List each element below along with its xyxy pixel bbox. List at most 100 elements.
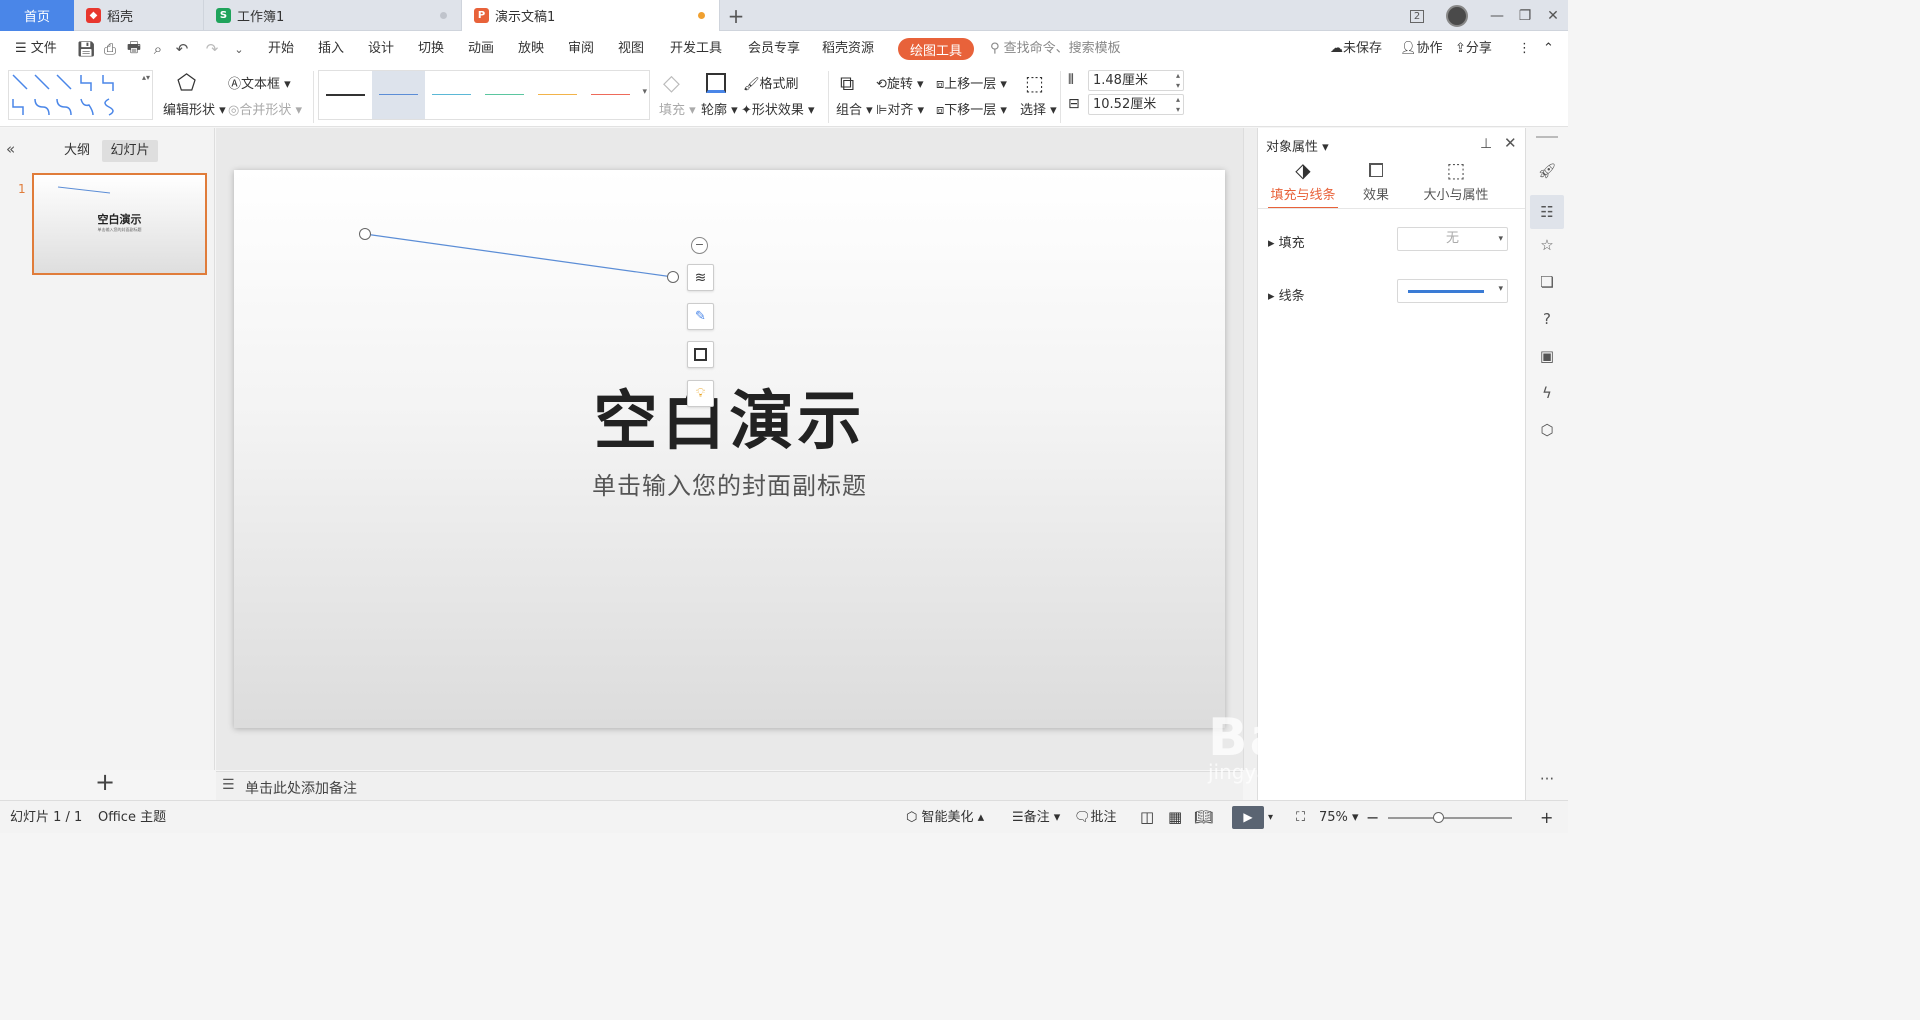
slide-thumbnail[interactable]: 空白演示 单击输入您的封面副标题 (32, 173, 207, 275)
merge-shape-button[interactable]: ◎合并形状 ▾ (228, 99, 302, 118)
bulb-icon[interactable]: 💡︎ (687, 380, 714, 407)
quick-access-dropdown-icon[interactable]: ⌄ (230, 40, 248, 58)
menu-review[interactable]: 审阅 (568, 31, 594, 67)
zoom-out-icon[interactable]: − (1366, 801, 1379, 834)
slides-icon[interactable]: ❏ (1536, 271, 1558, 293)
notes-bar[interactable]: ☰ 单击此处添加备注 (216, 771, 1243, 800)
tab-daoke[interactable]: ◆ 稻壳 (74, 0, 204, 31)
pin-icon[interactable]: ⊥ (1480, 136, 1492, 152)
add-slide-button[interactable]: + (95, 768, 115, 796)
minimize-icon[interactable]: — (1485, 4, 1509, 28)
sorter-view-icon[interactable]: ▦ (1168, 801, 1182, 834)
bring-forward-button[interactable]: ⧈上移一层 ▾ (936, 73, 1007, 92)
tab-slides[interactable]: 幻灯片 (102, 140, 158, 162)
slide-subtitle[interactable]: 单击输入您的封面副标题 (234, 466, 1225, 501)
gallery-icon[interactable]: ▣ (1536, 345, 1558, 367)
menu-daoke-resources[interactable]: 稻壳资源 (822, 31, 874, 67)
gallery-scroll-icon[interactable]: ▴▾ (142, 73, 150, 82)
menu-transition[interactable]: 切换 (418, 31, 444, 67)
connector-gallery[interactable]: ▴▾ (8, 70, 153, 120)
format-painter-button[interactable]: 🖌︎格式刷 (743, 73, 799, 92)
fill-dropdown[interactable]: 无 ▾ (1397, 227, 1508, 251)
height-spinner-icon[interactable]: ▴ ▾ (1176, 71, 1180, 91)
print-preview-icon[interactable]: ⌕ (149, 40, 167, 58)
menu-view[interactable]: 视图 (618, 31, 644, 67)
align-button[interactable]: ⊫对齐 ▾ (876, 99, 924, 118)
tab-workbook[interactable]: S 工作簿1 (204, 0, 462, 31)
height-input[interactable]: 1.48厘米 ▴ ▾ (1088, 70, 1184, 91)
tab-effect[interactable]: ⧠ 效果 (1348, 158, 1404, 203)
redo-icon[interactable]: ↷ (203, 40, 221, 58)
width-spinner-icon[interactable]: ▴ ▾ (1176, 95, 1180, 115)
group-button[interactable]: 组合 ▾ (836, 99, 873, 118)
theme-name[interactable]: Office 主题 (98, 801, 166, 834)
line-color-dropdown[interactable]: ▾ (1397, 279, 1508, 303)
panel-header[interactable]: 对象属性 ▾ (1266, 136, 1329, 155)
collapse-float-icon[interactable]: − (691, 237, 708, 254)
print-icon[interactable]: 🖶 (125, 38, 143, 58)
file-menu[interactable]: ☰ 文件 (15, 31, 57, 67)
send-backward-button[interactable]: ⧈下移一层 ▾ (936, 99, 1007, 118)
box-icon[interactable]: ⬡ (1536, 419, 1558, 441)
collapse-panel-icon[interactable]: « (6, 140, 15, 158)
play-slideshow-button[interactable]: ▶ (1232, 806, 1264, 829)
tab-presentation[interactable]: P 演示文稿1 (462, 0, 720, 31)
unsaved-dot[interactable] (698, 12, 705, 19)
line-end-handle[interactable] (667, 271, 679, 283)
drawing-tools-tab[interactable]: 绘图工具 (898, 38, 974, 60)
fill-button[interactable]: 填充 ▾ (659, 99, 696, 118)
more-icon[interactable]: ⋮ (1518, 31, 1531, 67)
line-start-handle[interactable] (359, 228, 371, 240)
more-horizontal-icon[interactable]: ··· (1536, 768, 1558, 790)
unsaved-button[interactable]: ☁未保存 (1330, 31, 1382, 67)
line-style-option[interactable] (425, 71, 478, 119)
menu-design[interactable]: 设计 (368, 31, 394, 67)
restore-icon[interactable]: ❐ (1513, 4, 1537, 28)
window-count-button[interactable]: 2 (1405, 4, 1429, 28)
line-style-option[interactable] (319, 71, 372, 119)
line-style-option[interactable] (372, 71, 425, 119)
line-section-toggle[interactable]: ▸ 线条 (1268, 285, 1305, 304)
line-style-option[interactable] (584, 71, 637, 119)
fill-section-toggle[interactable]: ▸ 填充 (1268, 232, 1305, 251)
tab-size-props[interactable]: ⬚ 大小与属性 (1410, 158, 1502, 203)
brush-icon[interactable]: ✎ (687, 303, 714, 330)
zoom-slider[interactable] (1388, 812, 1512, 823)
outline-button[interactable]: 轮廓 ▾ (701, 99, 738, 118)
select-button[interactable]: 选择 ▾ (1020, 99, 1057, 118)
zoom-in-icon[interactable]: + (1540, 801, 1553, 834)
save-icon[interactable]: 💾︎ (76, 40, 95, 58)
canvas-scrollbar[interactable] (1243, 128, 1257, 770)
collapse-ribbon-icon[interactable]: ⌃ (1543, 31, 1554, 67)
zoom-level[interactable]: 75% ▾ (1319, 801, 1359, 834)
close-icon[interactable]: ✕ (1541, 4, 1565, 28)
command-search[interactable]: ⚲ 查找命令、搜索模板 (990, 31, 1121, 67)
rotate-button[interactable]: ⟲旋转 ▾ (876, 73, 924, 92)
play-options-icon[interactable]: ▾ (1268, 801, 1273, 834)
gallery-more-icon[interactable]: ▾ (642, 87, 647, 97)
line-style-option[interactable] (478, 71, 531, 119)
menu-member[interactable]: 会员专享 (748, 31, 800, 67)
lightning-icon[interactable]: ϟ (1536, 382, 1558, 404)
new-tab-button[interactable]: + (724, 4, 748, 28)
tab-outline[interactable]: 大纲 (56, 140, 98, 162)
textbox-button[interactable]: Ⓐ文本框 ▾ (228, 73, 291, 92)
properties-sliders-icon[interactable]: ☷ (1530, 195, 1564, 229)
menu-developer[interactable]: 开发工具 (670, 31, 722, 67)
tab-home[interactable]: 首页 (0, 0, 74, 31)
menu-animation[interactable]: 动画 (468, 31, 494, 67)
smart-beautify-button[interactable]: ⬡ 智能美化 ▴ (906, 801, 984, 834)
reading-view-icon[interactable]: 📖︎ (1194, 801, 1213, 834)
undo-icon[interactable]: ↶ (173, 40, 191, 58)
rocket-icon[interactable]: 🚀︎ (1536, 160, 1558, 182)
line-style-option[interactable] (531, 71, 584, 119)
layer-icon[interactable]: ≋ (687, 264, 714, 291)
menu-slideshow[interactable]: 放映 (518, 31, 544, 67)
normal-view-icon[interactable]: ◫ (1140, 801, 1154, 834)
comments-button[interactable]: 🗨︎批注 (1074, 801, 1117, 834)
width-input[interactable]: 10.52厘米 ▴ ▾ (1088, 94, 1184, 115)
panel-close-icon[interactable]: ✕ (1504, 134, 1517, 152)
export-pdf-icon[interactable]: ⎙ (101, 40, 119, 58)
star-icon[interactable]: ☆ (1536, 234, 1558, 256)
help-icon[interactable]: ? (1536, 308, 1558, 330)
